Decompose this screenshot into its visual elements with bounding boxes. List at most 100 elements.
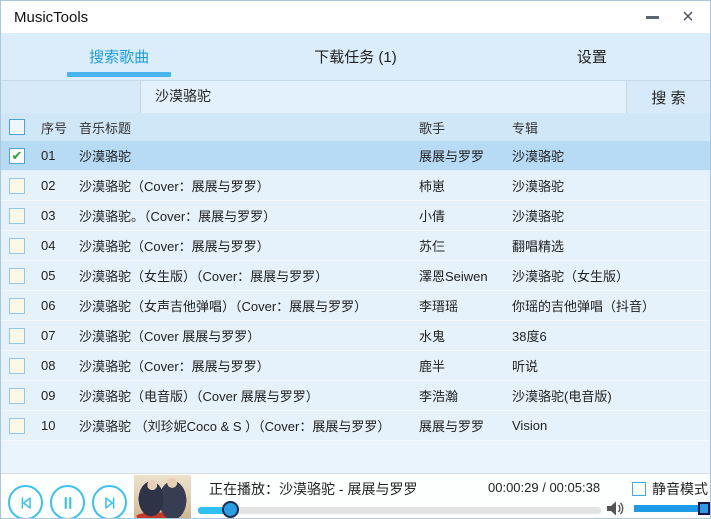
row-checkbox[interactable] [9,298,25,314]
table-row[interactable]: 08 沙漠骆驼（Cover：展展与罗罗） 鹿半 听说 [1,351,710,381]
row-title: 沙漠骆驼（Cover：展展与罗罗） [79,176,419,195]
table-row[interactable]: 07 沙漠骆驼（Cover 展展与罗罗） 水鬼 38度6 [1,321,710,351]
check-icon: ✔ [12,149,23,162]
album-art [134,475,191,519]
row-checkbox[interactable] [9,178,25,194]
row-index: 04 [33,238,79,253]
row-index: 10 [33,418,79,433]
tab-settings[interactable]: 设置 [474,33,710,80]
row-artist: 苏仨 [419,236,512,255]
row-album: 沙漠骆驼 [512,206,710,225]
mute-label: 静音模式 [652,479,708,499]
row-artist: 展展与罗罗 [419,146,512,165]
row-checkbox[interactable] [9,208,25,224]
row-title: 沙漠骆驼（女生版）（Cover：展展与罗罗） [79,266,419,285]
now-playing-text: 正在播放：沙漠骆驼 - 展展与罗罗 [209,479,417,499]
tab-bar: 搜索歌曲 下载任务 (1) 设置 [1,33,710,81]
tab-download-tasks[interactable]: 下载任务 (1) [237,33,473,80]
next-button[interactable] [92,485,127,519]
row-artist: 展展与罗罗 [419,416,512,435]
titlebar: MusicTools × [1,1,710,33]
row-artist: 澤恩Seiwen [419,266,512,285]
row-index: 06 [33,298,79,313]
table-row[interactable]: 05 沙漠骆驼（女生版）（Cover：展展与罗罗） 澤恩Seiwen 沙漠骆驼（… [1,261,710,291]
row-title: 沙漠骆驼（Cover：展展与罗罗） [79,356,419,375]
row-album: 听说 [512,356,710,375]
mute-toggle[interactable]: 静音模式 [632,479,708,499]
row-checkbox[interactable] [9,388,25,404]
header-title: 音乐标题 [79,118,419,137]
app-title: MusicTools [14,9,88,26]
search-input[interactable]: 沙漠骆驼 [141,81,626,113]
row-title: 沙漠骆驼 （刘珍妮Coco & S ）（Cover：展展与罗罗） [79,416,419,435]
progress-bar[interactable] [198,507,601,514]
row-checkbox[interactable] [9,328,25,344]
row-checkbox[interactable] [9,268,25,284]
search-row: 沙漠骆驼 搜 索 [1,81,710,113]
row-artist: 小倩 [419,206,512,225]
search-spacer [1,81,141,113]
row-checkbox[interactable] [9,358,25,374]
row-index: 01 [33,148,79,163]
table-row[interactable]: 02 沙漠骆驼（Cover：展展与罗罗） 柿崽 沙漠骆驼 [1,171,710,201]
select-all-checkbox[interactable] [9,119,25,135]
header-artist: 歌手 [419,118,512,137]
row-index: 05 [33,268,79,283]
row-title: 沙漠骆驼 [79,146,419,165]
previous-icon [17,494,35,512]
search-button[interactable]: 搜 索 [626,81,710,113]
tab-label: 设置 [577,46,607,67]
row-title: 沙漠骆驼（电音版）（Cover 展展与罗罗） [79,386,419,405]
table-row[interactable]: ✔ 01 沙漠骆驼 展展与罗罗 沙漠骆驼 [1,141,710,171]
pause-icon [59,494,77,512]
row-index: 07 [33,328,79,343]
row-index: 09 [33,388,79,403]
row-album: 翻唱精选 [512,236,710,255]
volume-icon [606,500,628,517]
row-artist: 李浩瀚 [419,386,512,405]
table-row[interactable]: 04 沙漠骆驼（Cover：展展与罗罗） 苏仨 翻唱精选 [1,231,710,261]
row-artist: 李瑨瑶 [419,296,512,315]
player-bar: 正在播放：沙漠骆驼 - 展展与罗罗 00:00:29 / 00:05:38 静音… [1,473,710,519]
table-row[interactable]: 03 沙漠骆驼。（Cover：展展与罗罗） 小倩 沙漠骆驼 [1,201,710,231]
active-tab-underline [67,72,171,77]
row-index: 03 [33,208,79,223]
pause-button[interactable] [50,485,85,519]
time-display: 00:00:29 / 00:05:38 [488,480,600,495]
window-controls: × [634,1,706,33]
row-album: 沙漠骆驼 [512,176,710,195]
next-icon [101,494,119,512]
row-album: 38度6 [512,326,710,345]
row-checkbox[interactable]: ✔ [9,148,25,164]
row-artist: 鹿半 [419,356,512,375]
row-album: 沙漠骆驼（女生版） [512,266,710,285]
row-checkbox[interactable] [9,238,25,254]
close-button[interactable]: × [670,1,706,33]
table-row[interactable]: 06 沙漠骆驼（女声吉他弹唱）（Cover：展展与罗罗） 李瑨瑶 你瑶的吉他弹唱… [1,291,710,321]
row-album: Vision [512,418,710,433]
row-index: 08 [33,358,79,373]
previous-button[interactable] [8,485,43,519]
volume-thumb[interactable] [698,502,710,515]
table-header: 序号 音乐标题 歌手 专辑 [1,113,710,141]
tab-label: 搜索歌曲 [89,46,149,67]
progress-thumb[interactable] [222,501,239,518]
row-artist: 水鬼 [419,326,512,345]
row-album: 你瑶的吉他弹唱（抖音） [512,296,710,315]
minimize-icon [646,16,659,19]
row-title: 沙漠骆驼（Cover：展展与罗罗） [79,236,419,255]
table-row[interactable]: 10 沙漠骆驼 （刘珍妮Coco & S ）（Cover：展展与罗罗） 展展与罗… [1,411,710,441]
song-list: ✔ 01 沙漠骆驼 展展与罗罗 沙漠骆驼 02 沙漠骆驼（Cover：展展与罗罗… [1,141,710,441]
close-icon: × [682,7,694,27]
row-checkbox[interactable] [9,418,25,434]
header-album: 专辑 [512,118,710,137]
minimize-button[interactable] [634,1,670,33]
table-row[interactable]: 09 沙漠骆驼（电音版）（Cover 展展与罗罗） 李浩瀚 沙漠骆驼(电音版) [1,381,710,411]
tab-search-songs[interactable]: 搜索歌曲 [1,33,237,80]
app-window: MusicTools × 搜索歌曲 下载任务 (1) 设置 沙漠骆驼 搜 索 序… [0,0,711,519]
volume-slider[interactable] [634,505,709,512]
row-album: 沙漠骆驼 [512,146,710,165]
row-album: 沙漠骆驼(电音版) [512,386,710,405]
tab-label: 下载任务 (1) [314,46,397,67]
mute-checkbox[interactable] [632,482,646,496]
